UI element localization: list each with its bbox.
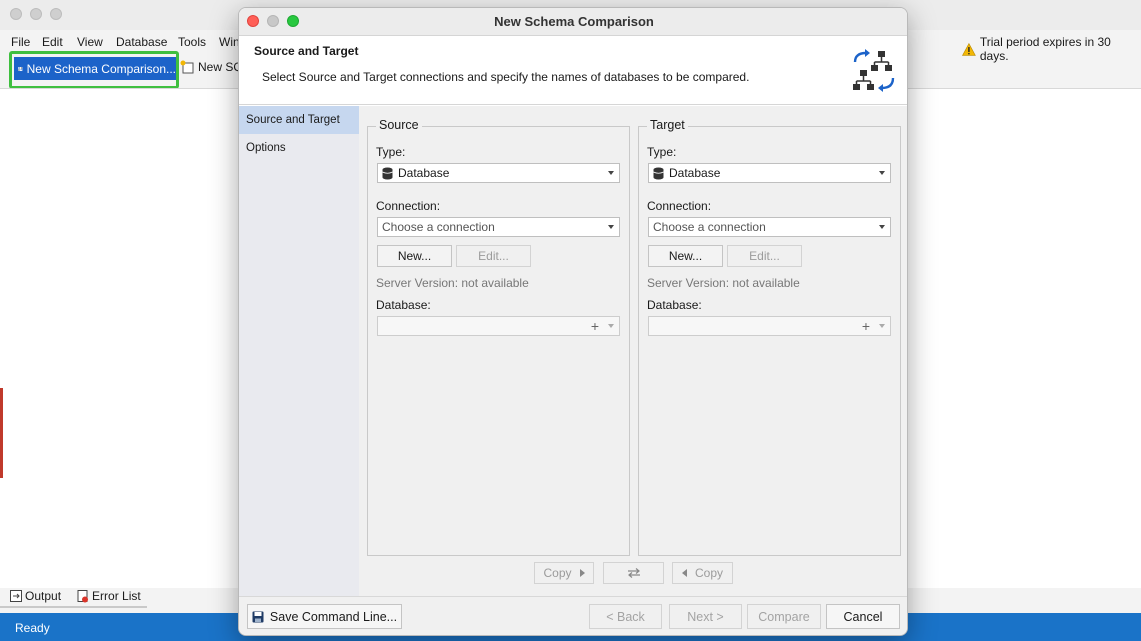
copy-to-source-label: Copy (694, 566, 723, 580)
dialog-nav: Source and Target Options (239, 106, 359, 596)
target-server-version: Server Version: not available (647, 276, 800, 290)
back-button[interactable]: < Back (589, 604, 662, 629)
source-database-label: Database: (376, 298, 431, 312)
target-group: Target Type: Database Connection: Choose… (638, 118, 901, 556)
copy-to-target-label: Copy (543, 566, 572, 580)
new-sql-button[interactable]: New SQ (180, 60, 243, 74)
target-database-label: Database: (647, 298, 702, 312)
target-edit-connection-button[interactable]: Edit... (727, 245, 802, 267)
tab-error-list-label: Error List (92, 589, 141, 603)
target-connection-select[interactable]: Choose a connection (648, 217, 891, 237)
source-type-select[interactable]: Database (377, 163, 620, 183)
menu-tools[interactable]: Tools (178, 35, 206, 49)
new-schema-comparison-dialog: New Schema Comparison Source and Target … (238, 7, 908, 636)
main-minimize-button[interactable] (30, 8, 42, 20)
menu-window[interactable]: Win (219, 35, 240, 49)
plus-icon: + (590, 318, 599, 334)
source-edit-connection-button[interactable]: Edit... (456, 245, 531, 267)
new-schema-comparison-button[interactable]: New Schema Comparison... (14, 57, 176, 80)
source-database-select[interactable]: + (377, 316, 620, 336)
database-icon (382, 167, 393, 179)
menu-database[interactable]: Database (116, 35, 167, 49)
schema-compare-icon (853, 49, 895, 92)
triangle-left-icon (681, 569, 687, 577)
source-server-version: Server Version: not available (376, 276, 529, 290)
save-command-line-button[interactable]: Save Command Line... (247, 604, 402, 629)
dialog-titlebar: New Schema Comparison (239, 8, 907, 36)
header-title: Source and Target (254, 44, 359, 58)
target-group-title: Target (647, 118, 688, 132)
chevron-down-icon (608, 225, 614, 229)
nav-item-source-and-target[interactable]: Source and Target (239, 106, 359, 134)
menu-file[interactable]: File (11, 35, 30, 49)
target-type-label: Type: (647, 145, 677, 159)
error-list-icon (77, 589, 89, 602)
copy-to-source-button[interactable]: Copy (672, 562, 733, 584)
menu-view[interactable]: View (77, 35, 103, 49)
tab-output-label: Output (25, 589, 62, 603)
new-schema-comparison-label: New Schema Comparison... (26, 61, 176, 76)
compare-button[interactable]: Compare (747, 604, 821, 629)
triangle-right-icon (579, 569, 585, 577)
target-new-connection-button[interactable]: New... (648, 245, 723, 267)
output-icon (10, 590, 22, 602)
bottom-panel-tabs: Output Error List (0, 586, 147, 608)
dialog-header: Source and Target Select Source and Targ… (239, 37, 907, 105)
target-type-value: Database (669, 166, 721, 180)
source-group: Source Type: Database Connection: Choose… (367, 118, 630, 556)
source-type-value: Database (398, 166, 450, 180)
dialog-content: Source Type: Database Connection: Choose… (359, 106, 907, 596)
save-icon (252, 611, 264, 622)
tab-output[interactable]: Output (0, 586, 68, 608)
tab-error-list[interactable]: Error List (67, 586, 147, 608)
cancel-button[interactable]: Cancel (826, 604, 900, 629)
chevron-down-icon (879, 171, 885, 175)
target-database-select[interactable]: + (648, 316, 891, 336)
source-connection-select[interactable]: Choose a connection (377, 217, 620, 237)
plus-icon: + (861, 318, 870, 334)
dialog-title: New Schema Comparison (494, 14, 654, 29)
swap-icon (627, 568, 640, 578)
left-accent-strip (0, 388, 3, 478)
schema-comparison-icon (18, 66, 23, 71)
chevron-down-icon (879, 225, 885, 229)
dialog-footer: Save Command Line... < Back Next > Compa… (239, 596, 907, 635)
chevron-down-icon (608, 324, 614, 328)
source-group-title: Source (376, 118, 422, 132)
new-sql-label: New SQ (198, 60, 243, 74)
target-connection-label: Connection: (647, 199, 712, 213)
swap-button[interactable] (603, 562, 664, 584)
main-maximize-button[interactable] (50, 8, 62, 20)
chevron-down-icon (879, 324, 885, 328)
header-description: Select Source and Target connections and… (262, 70, 750, 84)
status-text: Ready (15, 621, 50, 635)
source-new-connection-button[interactable]: New... (377, 245, 452, 267)
source-connection-label: Connection: (376, 199, 441, 213)
target-connection-placeholder: Choose a connection (653, 220, 766, 234)
chevron-down-icon (608, 171, 614, 175)
save-command-line-label: Save Command Line... (269, 609, 398, 624)
next-button[interactable]: Next > (669, 604, 742, 629)
new-sql-icon (180, 60, 194, 74)
nav-item-options[interactable]: Options (239, 134, 359, 162)
source-type-label: Type: (376, 145, 406, 159)
main-close-button[interactable] (10, 8, 22, 20)
source-connection-placeholder: Choose a connection (382, 220, 495, 234)
database-icon (653, 167, 664, 179)
target-type-select[interactable]: Database (648, 163, 891, 183)
menu-edit[interactable]: Edit (42, 35, 63, 49)
copy-to-target-button[interactable]: Copy (534, 562, 594, 584)
